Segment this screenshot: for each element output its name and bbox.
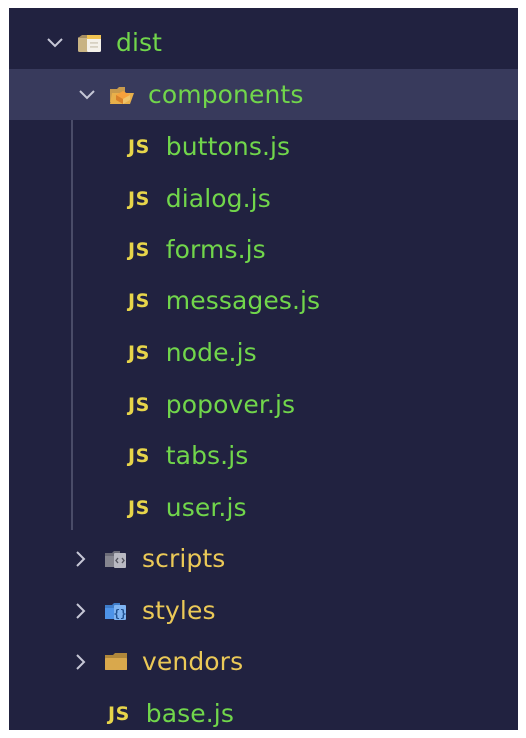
javascript-file-icon: JS xyxy=(128,393,150,416)
chevron-right-icon[interactable] xyxy=(71,549,91,569)
tree-file-popover-js[interactable]: JS popover.js xyxy=(9,379,518,430)
javascript-file-icon: JS xyxy=(128,444,150,467)
open-folder-icon xyxy=(78,34,101,52)
tree-file-buttons-js[interactable]: JS buttons.js xyxy=(9,121,518,172)
tree-item-dist[interactable]: dist xyxy=(9,17,518,68)
tree-item-styles[interactable]: {} styles xyxy=(9,585,518,636)
chevron-down-icon[interactable] xyxy=(45,33,65,53)
tree-file-node-js[interactable]: JS node.js xyxy=(9,327,518,378)
tree-item-vendors[interactable]: vendors xyxy=(9,636,518,687)
tree-item-label: dist xyxy=(116,28,163,57)
file-name: user.js xyxy=(165,493,247,522)
tree-file-tabs-js[interactable]: JS tabs.js xyxy=(9,430,518,481)
javascript-file-icon: JS xyxy=(128,135,150,158)
file-name: node.js xyxy=(165,338,257,367)
javascript-file-icon: JS xyxy=(128,341,150,364)
tree-item-components[interactable]: components xyxy=(9,69,518,120)
file-name: tabs.js xyxy=(165,441,249,470)
components-folder-icon xyxy=(110,86,134,104)
javascript-file-icon: JS xyxy=(128,238,150,261)
tree-item-label: vendors xyxy=(142,647,244,676)
file-name: base.js xyxy=(145,699,234,728)
javascript-file-icon: JS xyxy=(128,187,150,210)
javascript-file-icon: JS xyxy=(108,702,130,725)
tree-file-user-js[interactable]: JS user.js xyxy=(9,482,518,533)
javascript-file-icon: JS xyxy=(128,496,150,519)
tree-item-scripts[interactable]: scripts xyxy=(9,533,518,584)
file-name: buttons.js xyxy=(165,132,291,161)
chevron-right-icon[interactable] xyxy=(71,601,91,621)
file-name: messages.js xyxy=(165,286,321,315)
folder-icon xyxy=(105,652,127,670)
tree-file-dialog-js[interactable]: JS dialog.js xyxy=(9,173,518,224)
chevron-right-icon[interactable] xyxy=(71,652,91,672)
chevron-down-icon[interactable] xyxy=(77,85,97,105)
styles-folder-icon: {} xyxy=(105,602,127,620)
file-explorer: dist components JS buttons.js JS dialog.… xyxy=(9,8,518,730)
tree-item-label: components xyxy=(148,80,304,109)
tree-file-forms-js[interactable]: JS forms.js xyxy=(9,224,518,275)
file-name: dialog.js xyxy=(165,184,271,213)
svg-text:{}: {} xyxy=(113,607,126,620)
tree-file-messages-js[interactable]: JS messages.js xyxy=(9,275,518,326)
tree-file-base-js[interactable]: JS base.js xyxy=(9,688,518,730)
tree-item-label: styles xyxy=(142,596,216,625)
tree-item-label: scripts xyxy=(142,544,226,573)
file-name: popover.js xyxy=(165,390,296,419)
scripts-folder-icon xyxy=(105,550,126,568)
file-name: forms.js xyxy=(165,235,266,264)
javascript-file-icon: JS xyxy=(128,289,150,312)
